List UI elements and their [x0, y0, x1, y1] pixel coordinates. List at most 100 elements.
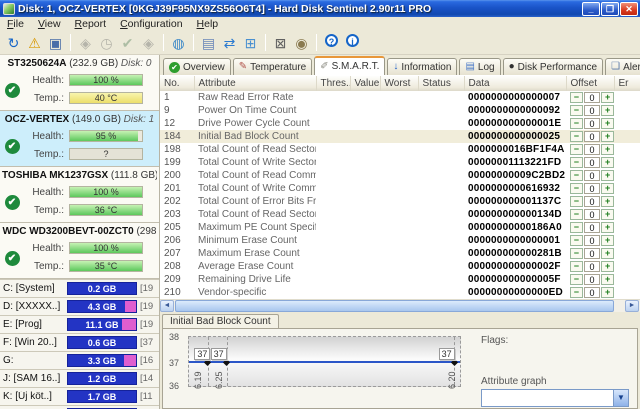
alert-warning-icon[interactable]: ⚠ [24, 33, 45, 53]
offset-plus-button[interactable]: + [601, 105, 614, 116]
smart-row-184[interactable]: 184Initial Bad Block Count00000000000000… [160, 130, 640, 143]
offset-value[interactable]: 0 [584, 222, 601, 233]
offset-plus-button[interactable]: + [601, 235, 614, 246]
column-header-attribute[interactable]: Attribute [194, 76, 316, 91]
disk-card-wdc-wd3200bevt-00zct0[interactable]: WDC WD3200BEVT-00ZCT0 (298 ✔Health:100 %… [0, 223, 159, 279]
offset-value[interactable]: 0 [584, 131, 601, 142]
smart-row-9[interactable]: 9Power On Time Count0000000000000092−0+ [160, 104, 640, 117]
offset-plus-button[interactable]: + [601, 183, 614, 194]
offset-minus-button[interactable]: − [570, 235, 583, 246]
column-header-no[interactable]: No. [160, 76, 194, 91]
smart-row-207[interactable]: 207Maximum Erase Count000000000000281B−0… [160, 247, 640, 260]
offset-minus-button[interactable]: − [570, 274, 583, 285]
offset-plus-button[interactable]: + [601, 144, 614, 155]
partition-row[interactable]: E: [Prog]11.1 GB[19 [0, 315, 159, 333]
offset-minus-button[interactable]: − [570, 170, 583, 181]
offset-value[interactable]: 0 [584, 118, 601, 129]
column-header-thres[interactable]: Thres... [316, 76, 350, 91]
web-update-icon[interactable]: ◍ [168, 33, 189, 53]
offset-plus-button[interactable]: + [601, 261, 614, 272]
column-header-offset[interactable]: Offset [566, 76, 614, 91]
refresh-icon[interactable]: ↻ [3, 33, 24, 53]
close-button[interactable]: ✕ [620, 2, 638, 16]
partition-row[interactable]: J: [SAM 16..]1.2 GB[14 [0, 369, 159, 387]
menu-view[interactable]: View [31, 17, 68, 31]
offset-minus-button[interactable]: − [570, 92, 583, 103]
offset-minus-button[interactable]: − [570, 144, 583, 155]
offset-minus-button[interactable]: − [570, 248, 583, 259]
chevron-down-icon[interactable]: ▼ [613, 390, 628, 406]
tab-log[interactable]: ▤Log [459, 58, 500, 75]
minimize-button[interactable]: _ [582, 2, 600, 16]
smart-row-208[interactable]: 208Average Erase Count000000000000002F−0… [160, 260, 640, 273]
column-header-value[interactable]: Value [350, 76, 380, 91]
menu-configuration[interactable]: Configuration [113, 17, 189, 31]
network-icon[interactable]: ⊞ [240, 33, 261, 53]
column-header-er[interactable]: Er [614, 76, 640, 91]
smart-row-199[interactable]: 199Total Count of Write Sectors000000011… [160, 156, 640, 169]
column-header-status[interactable]: Status [418, 76, 464, 91]
menu-help[interactable]: Help [190, 17, 226, 31]
smart-row-198[interactable]: 198Total Count of Read Sectors0000000016… [160, 143, 640, 156]
disk-card-st3250624a[interactable]: ST3250624A (232.9 GB) Disk: 0✔Health:100… [0, 55, 159, 111]
partition-row[interactable]: G:3.3 GB[16 [0, 351, 159, 369]
scroll-right-arrow[interactable]: ► [625, 300, 639, 312]
offset-minus-button[interactable]: − [570, 196, 583, 207]
smart-row-210[interactable]: 210Vendor-specific00000000000000ED−0+ [160, 286, 640, 299]
monitor-off-icon[interactable]: ⊠ [270, 33, 291, 53]
offset-plus-button[interactable]: + [601, 196, 614, 207]
offset-plus-button[interactable]: + [601, 274, 614, 285]
tab-information[interactable]: ↓Information [387, 58, 457, 75]
offset-minus-button[interactable]: − [570, 287, 583, 298]
offset-value[interactable]: 0 [584, 287, 601, 298]
offset-value[interactable]: 0 [584, 235, 601, 246]
partition-row[interactable]: L: [Xtra]3.1 GB[12 [0, 405, 159, 409]
tab-s-m-a-r-t[interactable]: ✐S.M.A.R.T. [314, 56, 385, 75]
tab-overview[interactable]: ✔Overview [163, 58, 231, 75]
offset-value[interactable]: 0 [584, 144, 601, 155]
smart-row-206[interactable]: 206Minimum Erase Count0000000000000001−0… [160, 234, 640, 247]
smart-row-202[interactable]: 202Total Count of Error Bits From Flash0… [160, 195, 640, 208]
partition-row[interactable]: F: [Win 20..]0.6 GB[37 [0, 333, 159, 351]
offset-value[interactable]: 0 [584, 248, 601, 259]
partition-row[interactable]: C: [System]0.2 GB[19 [0, 279, 159, 297]
offset-value[interactable]: 0 [584, 209, 601, 220]
offset-plus-button[interactable]: + [601, 92, 614, 103]
offset-value[interactable]: 0 [584, 183, 601, 194]
report-icon[interactable]: ▤ [198, 33, 219, 53]
about-info-icon[interactable]: i [342, 33, 363, 53]
offset-minus-button[interactable]: − [570, 118, 583, 129]
column-header-worst[interactable]: Worst [380, 76, 418, 91]
offset-value[interactable]: 0 [584, 170, 601, 181]
column-header-data[interactable]: Data [464, 76, 566, 91]
offset-value[interactable]: 0 [584, 92, 601, 103]
smart-row-200[interactable]: 200Total Count of Read Commands000000000… [160, 169, 640, 182]
offset-plus-button[interactable]: + [601, 118, 614, 129]
smart-row-203[interactable]: 203Total Count of Read Sectors With Cor.… [160, 208, 640, 221]
sync-icon[interactable]: ⇄ [219, 33, 240, 53]
offset-minus-button[interactable]: − [570, 209, 583, 220]
offset-plus-button[interactable]: + [601, 222, 614, 233]
partition-row[interactable]: D: [XXXXX..]4.3 GB[19 [0, 297, 159, 315]
smart-row-12[interactable]: 12Drive Power Cycle Count000000000000001… [160, 117, 640, 130]
sound-icon[interactable]: ◉ [291, 33, 312, 53]
menu-file[interactable]: File [0, 17, 31, 31]
offset-minus-button[interactable]: − [570, 183, 583, 194]
offset-plus-button[interactable]: + [601, 157, 614, 168]
offset-plus-button[interactable]: + [601, 287, 614, 298]
offset-minus-button[interactable]: − [570, 105, 583, 116]
attribute-graph-select[interactable]: ▼ [481, 389, 629, 407]
disk-card-ocz-vertex[interactable]: OCZ-VERTEX (149.0 GB) Disk: 1✔Health:95 … [0, 111, 159, 167]
offset-value[interactable]: 0 [584, 261, 601, 272]
scroll-thumb[interactable] [175, 300, 614, 312]
maximize-button[interactable]: ❐ [601, 2, 619, 16]
offset-minus-button[interactable]: − [570, 261, 583, 272]
offset-minus-button[interactable]: − [570, 157, 583, 168]
tab-disk-performance[interactable]: ●Disk Performance [503, 58, 604, 75]
offset-plus-button[interactable]: + [601, 131, 614, 142]
scroll-left-arrow[interactable]: ◄ [160, 300, 174, 312]
offset-minus-button[interactable]: − [570, 222, 583, 233]
smart-row-201[interactable]: 201Total Count of Write Commands00000000… [160, 182, 640, 195]
offset-value[interactable]: 0 [584, 274, 601, 285]
offset-plus-button[interactable]: + [601, 170, 614, 181]
